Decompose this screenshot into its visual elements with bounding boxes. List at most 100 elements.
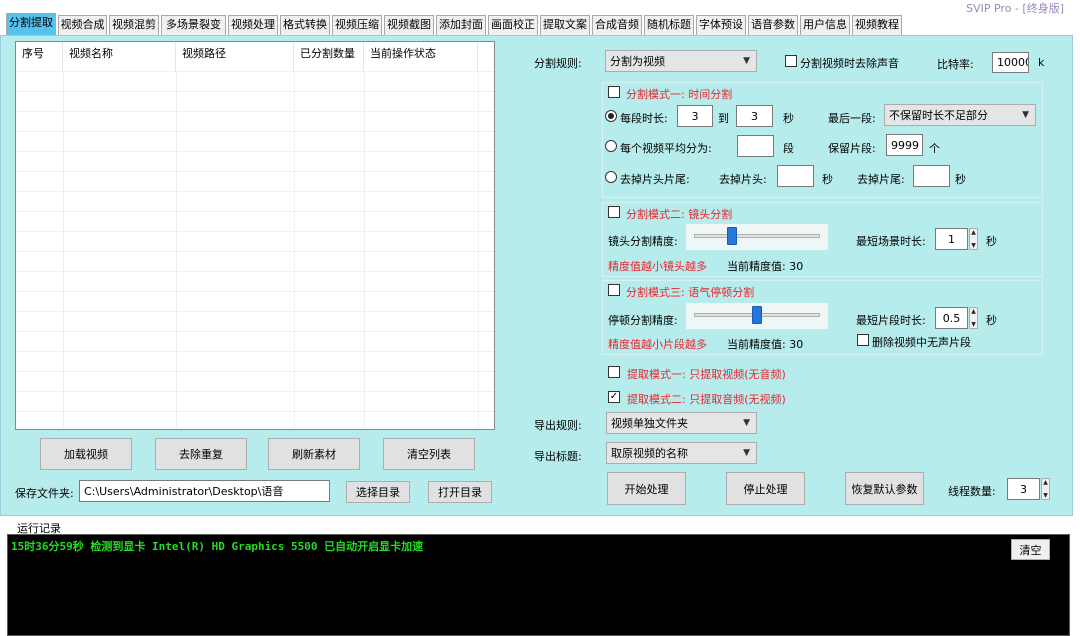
mode3-checkbox[interactable] <box>608 284 620 296</box>
col-video-path[interactable]: 视频路径 <box>176 42 294 71</box>
shot-precision-track[interactable] <box>694 234 820 238</box>
min-scene-label: 最短场景时长: <box>856 235 926 248</box>
grid-row-line <box>16 91 494 92</box>
clear-list-button[interactable]: 清空列表 <box>383 438 475 470</box>
min-segment-input[interactable]: 0.5 <box>935 307 968 329</box>
min-scene-unit: 秒 <box>986 235 997 248</box>
spin-down-icon[interactable]: ▼ <box>971 242 976 249</box>
remove-silence-checkbox[interactable] <box>857 334 869 346</box>
col-video-name[interactable]: 视频名称 <box>63 42 176 71</box>
split-rule-label: 分割规则: <box>534 57 582 70</box>
spin-up-icon[interactable]: ▲ <box>971 229 976 236</box>
average-split-radio[interactable] <box>605 140 617 152</box>
tab-16[interactable]: 视频教程 <box>852 15 902 35</box>
mode1-checkbox[interactable] <box>608 86 620 98</box>
chevron-down-icon: ▼ <box>743 418 750 428</box>
spin-down-icon[interactable]: ▼ <box>971 321 976 328</box>
spin-up-icon[interactable]: ▲ <box>1043 479 1048 486</box>
grid-col-line <box>364 71 365 429</box>
min-scene-spinner[interactable]: ▲ ▼ <box>969 228 978 250</box>
bitrate-input[interactable]: 10000 <box>992 52 1029 73</box>
pause-precision-thumb[interactable] <box>752 306 762 324</box>
video-list[interactable]: 序号 视频名称 视频路径 已分割数量 当前操作状态 <box>15 41 495 430</box>
spin-down-icon[interactable]: ▼ <box>1043 492 1048 499</box>
load-video-button[interactable]: 加载视频 <box>40 438 132 470</box>
trim-head-tail-label: 去掉片头片尾: <box>620 173 690 186</box>
export-rule-label: 导出规则: <box>534 419 582 432</box>
spin-up-icon[interactable]: ▲ <box>971 308 976 315</box>
each-duration-radio[interactable] <box>605 110 617 122</box>
keep-segments-input[interactable]: 9999 <box>886 134 923 156</box>
grid-row-line <box>16 291 494 292</box>
tab-14[interactable]: 语音参数 <box>748 15 798 35</box>
choose-folder-button[interactable]: 选择目录 <box>346 481 410 503</box>
bitrate-label: 比特率: <box>937 58 974 71</box>
start-button[interactable]: 开始处理 <box>607 472 686 505</box>
remove-audio-checkbox[interactable] <box>785 55 797 67</box>
duration-to-input[interactable]: 3 <box>736 105 773 127</box>
tab-0[interactable]: 分割提取 <box>6 13 56 36</box>
refresh-button[interactable]: 刷新素材 <box>268 438 360 470</box>
log-panel[interactable]: 15时36分59秒 检测到显卡 Intel(R) HD Graphics 550… <box>7 534 1070 636</box>
average-split-label: 每个视频平均分为: <box>620 142 712 155</box>
tab-11[interactable]: 合成音频 <box>592 15 642 35</box>
trim-head-tail-radio[interactable] <box>605 171 617 183</box>
mode1-title: 分割模式一: 时间分割 <box>626 88 733 101</box>
average-split-input[interactable] <box>737 135 774 157</box>
tab-3[interactable]: 多场景裂变 <box>161 15 226 35</box>
grid-row-line <box>16 271 494 272</box>
trim-tail-input[interactable] <box>913 165 950 187</box>
grid-row-line <box>16 251 494 252</box>
dedupe-button[interactable]: 去除重复 <box>155 438 247 470</box>
grid-row-line <box>16 231 494 232</box>
tab-6[interactable]: 视频压缩 <box>332 15 382 35</box>
tab-1[interactable]: 视频合成 <box>58 15 107 35</box>
col-split-count[interactable]: 已分割数量 <box>294 42 364 71</box>
shot-precision-thumb[interactable] <box>726 227 737 245</box>
export-title-label: 导出标题: <box>534 450 582 463</box>
duration-from-input[interactable]: 3 <box>677 105 713 127</box>
trim-head-label: 去掉片头: <box>719 173 767 186</box>
trim-head-unit: 秒 <box>822 173 833 186</box>
export-rule-select[interactable]: 视频单独文件夹 ▼ <box>606 412 757 434</box>
tab-10[interactable]: 提取文案 <box>540 15 590 35</box>
tab-13[interactable]: 字体预设 <box>696 15 746 35</box>
remove-audio-label: 分割视频时去除声音 <box>800 57 899 70</box>
stop-button[interactable]: 停止处理 <box>726 472 805 505</box>
mode2-checkbox[interactable] <box>608 206 620 218</box>
threads-input[interactable]: 3 <box>1007 478 1040 500</box>
clear-log-button[interactable]: 清空 <box>1011 539 1050 560</box>
save-folder-input[interactable]: C:\Users\Administrator\Desktop\语音 <box>79 480 330 502</box>
tab-12[interactable]: 随机标题 <box>644 15 694 35</box>
tab-7[interactable]: 视频截图 <box>384 15 434 35</box>
seconds-unit: 秒 <box>783 112 794 125</box>
trim-head-input[interactable] <box>777 165 814 187</box>
col-index[interactable]: 序号 <box>16 42 63 71</box>
grid-row-line <box>16 131 494 132</box>
grid-row-line <box>16 371 494 372</box>
tab-9[interactable]: 画面校正 <box>488 15 538 35</box>
pause-precision-label: 停顿分割精度: <box>608 314 678 327</box>
mode2-title: 分割模式二: 镜头分割 <box>626 208 733 221</box>
tab-15[interactable]: 用户信息 <box>800 15 850 35</box>
restore-defaults-button[interactable]: 恢复默认参数 <box>845 472 924 505</box>
segment-unit: 段 <box>783 142 794 155</box>
save-folder-label: 保存文件夹: <box>15 487 74 500</box>
extract-mode2-label: 提取模式二: 只提取音频(无视频) <box>627 393 786 406</box>
open-folder-button[interactable]: 打开目录 <box>428 481 492 503</box>
split-rule-select[interactable]: 分割为视频 ▼ <box>605 50 757 72</box>
last-segment-select[interactable]: 不保留时长不足部分 ▼ <box>884 104 1036 126</box>
export-title-select[interactable]: 取原视频的名称 ▼ <box>606 442 757 464</box>
tab-5[interactable]: 格式转换 <box>280 15 330 35</box>
col-status[interactable]: 当前操作状态 <box>364 42 478 71</box>
pause-current-precision: 当前精度值: 30 <box>727 338 804 351</box>
tab-2[interactable]: 视频混剪 <box>109 15 159 35</box>
min-segment-spinner[interactable]: ▲ ▼ <box>969 307 978 329</box>
shot-precision-label: 镜头分割精度: <box>608 235 678 248</box>
tab-4[interactable]: 视频处理 <box>228 15 278 35</box>
min-scene-input[interactable]: 1 <box>935 228 968 250</box>
extract-mode1-checkbox[interactable] <box>608 366 620 378</box>
tab-8[interactable]: 添加封面 <box>436 15 486 35</box>
extract-mode2-checkbox[interactable]: ✓ <box>608 391 620 403</box>
threads-spinner[interactable]: ▲ ▼ <box>1041 478 1050 500</box>
